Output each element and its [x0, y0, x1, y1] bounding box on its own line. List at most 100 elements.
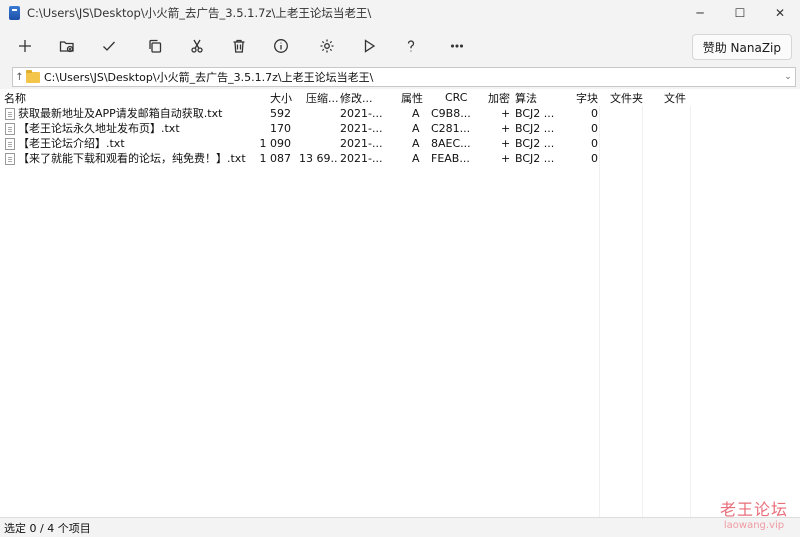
status-text: 选定 0 / 4 个项目	[4, 521, 91, 535]
column-header-encrypted[interactable]: 加密	[488, 89, 510, 106]
scissors-icon	[191, 39, 203, 53]
sponsor-button[interactable]: 赞助 NanaZip	[691, 34, 792, 60]
cell-attributes: A	[412, 122, 420, 135]
column-header-folders[interactable]: 文件夹	[610, 89, 643, 106]
column-header-method[interactable]: 算法	[515, 89, 537, 106]
minimize-button[interactable]: ─	[680, 0, 720, 26]
text-file-icon	[5, 108, 15, 120]
add-button[interactable]	[14, 35, 36, 57]
chevron-down-icon[interactable]: ⌄	[781, 72, 795, 82]
test-button[interactable]	[98, 35, 120, 57]
cell-size: 1 090	[259, 137, 292, 150]
cell-crc: C9B8...	[431, 107, 471, 120]
status-bar: 选定 0 / 4 个项目	[0, 517, 800, 537]
table-row[interactable]: 【老王论坛永久地址发布页】.txt 170 2021-... A C281...…	[0, 121, 800, 136]
watermark-subtitle: laowang.vip	[723, 520, 785, 531]
cell-size: 592	[270, 107, 291, 120]
cell-method: BCJ2 ...	[515, 152, 555, 165]
address-path[interactable]: C:\Users\JS\Desktop\小火箭_去广告_3.5.1.7z\上老王…	[44, 69, 781, 85]
column-divider	[690, 106, 691, 517]
text-file-icon	[5, 123, 15, 135]
move-button[interactable]	[186, 35, 208, 57]
play-icon	[364, 39, 376, 53]
cell-method: BCJ2 ...	[515, 122, 555, 135]
copy-button[interactable]	[144, 35, 166, 57]
column-header-modified[interactable]: 修改...	[340, 89, 373, 106]
column-header-attributes[interactable]: 属性	[401, 89, 423, 106]
cell-attributes: A	[412, 107, 420, 120]
delete-button[interactable]	[228, 35, 250, 57]
cell-crc: C281...	[431, 122, 471, 135]
column-header-name[interactable]: 名称	[4, 89, 26, 106]
info-icon	[274, 39, 288, 53]
text-file-icon	[5, 153, 15, 165]
cell-packed	[299, 121, 337, 136]
cell-encrypted: +	[501, 107, 511, 120]
column-header-crc[interactable]: CRC	[445, 89, 467, 106]
table-row[interactable]: 获取最新地址及APP请发邮箱自动获取.txt 592 2021-... A C9…	[0, 106, 800, 121]
cell-name: 【老王论坛介绍】.txt	[18, 137, 125, 150]
cell-encrypted: +	[501, 152, 511, 165]
maximize-button[interactable]: ☐	[720, 0, 760, 26]
watermark: 老王论坛 laowang.vip	[720, 496, 788, 531]
address-bar[interactable]: ↑ C:\Users\JS\Desktop\小火箭_去广告_3.5.1.7z\上…	[12, 67, 796, 87]
cell-size: 170	[270, 122, 291, 135]
cell-block: 0	[591, 137, 598, 150]
column-header-block[interactable]: 字块	[576, 89, 598, 106]
question-icon	[407, 40, 415, 52]
close-button[interactable]: ✕	[760, 0, 800, 26]
folder-icon	[26, 69, 40, 83]
cell-block: 0	[591, 152, 598, 165]
cell-modified: 2021-...	[340, 152, 383, 165]
settings-button[interactable]	[316, 35, 338, 57]
copy-icon	[149, 39, 162, 53]
title-bar: C:\Users\JS\Desktop\小火箭_去广告_3.5.1.7z\上老王…	[0, 0, 800, 26]
window-controls: ─ ☐ ✕	[680, 0, 800, 26]
cell-attributes: A	[412, 152, 420, 165]
cell-encrypted: +	[501, 137, 511, 150]
cell-block: 0	[591, 107, 598, 120]
app-icon	[9, 6, 20, 20]
cell-method: BCJ2 ...	[515, 137, 555, 150]
cell-block: 0	[591, 122, 598, 135]
table-row[interactable]: 【老王论坛介绍】.txt 1 090 2021-... A 8AEC... + …	[0, 136, 800, 151]
extract-button[interactable]	[56, 35, 78, 57]
more-button[interactable]	[446, 35, 468, 57]
info-button[interactable]	[270, 35, 292, 57]
cell-name: 【老王论坛永久地址发布页】.txt	[18, 122, 180, 135]
watermark-title: 老王论坛	[719, 500, 788, 519]
text-file-icon	[5, 138, 15, 150]
benchmark-button[interactable]	[358, 35, 380, 57]
plus-icon	[19, 40, 31, 52]
column-header-size[interactable]: 大小	[270, 89, 292, 106]
cell-size: 1 087	[259, 152, 292, 165]
column-divider	[599, 106, 600, 517]
cell-modified: 2021-...	[340, 122, 383, 135]
folder-extract-icon	[59, 41, 74, 53]
cell-crc: 8AEC...	[431, 137, 471, 150]
help-button[interactable]	[400, 35, 422, 57]
trash-icon	[233, 39, 245, 53]
cell-modified: 2021-...	[340, 107, 383, 120]
ellipsis-icon	[450, 44, 464, 48]
toolbar: 赞助 NanaZip	[0, 26, 800, 66]
cell-packed	[299, 136, 337, 151]
cell-packed	[299, 106, 337, 121]
file-list[interactable]: 名称 大小 压缩... 修改... 属性 CRC 加密 算法 字块 文件夹 文件…	[0, 89, 800, 517]
cell-attributes: A	[412, 137, 420, 150]
check-icon	[103, 41, 115, 51]
cell-name: 获取最新地址及APP请发邮箱自动获取.txt	[18, 107, 223, 120]
cell-packed: 13 69...	[299, 152, 337, 165]
cell-method: BCJ2 ...	[515, 107, 555, 120]
column-divider	[642, 106, 643, 517]
table-row[interactable]: 【来了就能下载和观看的论坛，纯免费！】.txt 1 087 13 69... 2…	[0, 151, 800, 166]
column-header-packed[interactable]: 压缩...	[306, 89, 339, 106]
column-header-files[interactable]: 文件	[664, 89, 686, 106]
cell-name: 【来了就能下载和观看的论坛，纯免费！】.txt	[18, 152, 246, 165]
cell-encrypted: +	[501, 122, 511, 135]
cell-modified: 2021-...	[340, 137, 383, 150]
up-arrow-icon[interactable]: ↑	[13, 72, 26, 83]
window-title: C:\Users\JS\Desktop\小火箭_去广告_3.5.1.7z\上老王…	[27, 6, 372, 20]
gear-icon	[320, 39, 334, 53]
cell-crc: FEAB...	[431, 152, 470, 165]
